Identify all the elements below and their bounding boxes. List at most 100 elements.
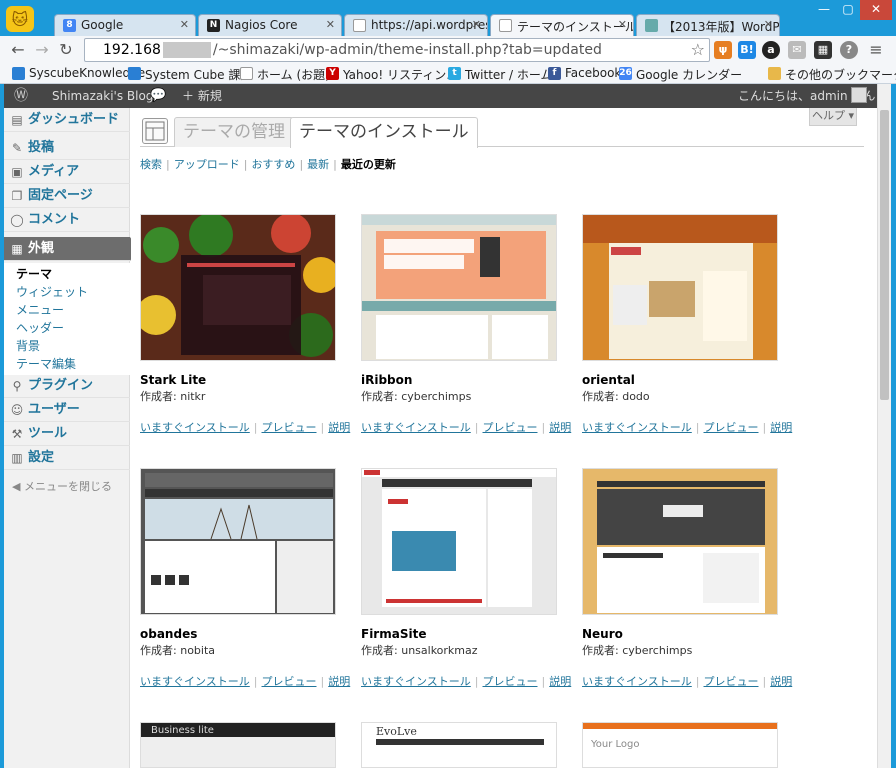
submenu-widgets[interactable]: ウィジェット xyxy=(4,283,130,301)
user-avatar[interactable] xyxy=(851,87,867,103)
bookmark-system-cube[interactable]: System Cube 課題 xyxy=(128,66,252,83)
sidebar-item-media[interactable]: ▣ メディア xyxy=(4,160,130,184)
theme-screenshot[interactable]: EvoLve xyxy=(361,722,557,768)
comments-icon[interactable]: 💬 xyxy=(150,84,166,108)
bookmark-star-icon[interactable]: ☆ xyxy=(691,39,705,61)
preview-link[interactable]: プレビュー xyxy=(704,421,759,434)
partial-theme-title: Your Logo xyxy=(591,739,640,750)
sidebar-item-plugins[interactable]: ⚲ プラグイン xyxy=(4,374,130,398)
admin-bar-new[interactable]: ＋ 新規 xyxy=(182,84,222,108)
close-icon[interactable]: ✕ xyxy=(764,18,773,31)
help-tab-button[interactable]: ヘルプ ▾ xyxy=(809,108,857,126)
install-now-link[interactable]: いますぐインストール xyxy=(582,421,692,434)
sidebar-item-settings[interactable]: ▥ 設定 xyxy=(4,446,130,470)
sidebar-item-users[interactable]: ☺ ユーザー xyxy=(4,398,130,422)
close-icon[interactable]: ✕ xyxy=(326,18,335,31)
maximize-icon[interactable]: ▢ xyxy=(836,0,860,20)
details-link[interactable]: 説明 xyxy=(770,675,792,688)
extension-mail-icon[interactable]: ✉ xyxy=(788,41,806,59)
submenu-themes[interactable]: テーマ xyxy=(4,265,130,283)
install-now-link[interactable]: いますぐインストール xyxy=(140,421,250,434)
page-icon xyxy=(240,67,253,80)
preview-link[interactable]: プレビュー xyxy=(262,421,317,434)
tab-theme-install[interactable]: テーマのインストール ✕ xyxy=(490,14,634,37)
extension-fork-icon[interactable]: ψ xyxy=(714,41,732,59)
bookmark-twitter[interactable]: t Twitter / ホーム xyxy=(448,66,553,83)
filter-recently-updated[interactable]: 最近の更新 xyxy=(341,158,396,171)
details-link[interactable]: 説明 xyxy=(549,675,571,688)
minimize-icon[interactable]: — xyxy=(812,0,836,20)
sidebar-item-tools[interactable]: ⚒ ツール xyxy=(4,422,130,446)
wordpress-logo-icon[interactable]: Ⓦ xyxy=(14,84,28,108)
appearance-icon: ▦ xyxy=(11,242,23,256)
page-scrollbar[interactable] xyxy=(877,84,891,768)
details-link[interactable]: 説明 xyxy=(770,421,792,434)
submenu-menus[interactable]: メニュー xyxy=(4,301,130,319)
sidebar-item-posts[interactable]: ✎ 投稿 xyxy=(4,136,130,160)
sidebar-item-pages[interactable]: ❐ 固定ページ xyxy=(4,184,130,208)
details-link[interactable]: 説明 xyxy=(549,421,571,434)
reload-icon[interactable]: ↻ xyxy=(56,40,76,60)
url-path: /~shimazaki/wp-admin/theme-install.php?t… xyxy=(212,42,602,58)
preview-link[interactable]: プレビュー xyxy=(483,421,538,434)
submenu-background[interactable]: 背景 xyxy=(4,337,130,355)
filter-newest[interactable]: 最新 xyxy=(307,158,329,171)
tab-api-wordpress[interactable]: https://api.wordpress ✕ xyxy=(344,14,488,36)
theme-screenshot[interactable] xyxy=(582,214,778,361)
help-icon[interactable]: ? xyxy=(840,41,858,59)
filter-search[interactable]: 検索 xyxy=(140,158,162,171)
filter-featured[interactable]: おすすめ xyxy=(251,158,295,171)
bookmark-google-calendar[interactable]: 26 Google カレンダー xyxy=(619,66,742,83)
details-link[interactable]: 説明 xyxy=(328,675,350,688)
amazon-icon[interactable]: a xyxy=(762,41,780,59)
tab-nagios[interactable]: N Nagios Core ✕ xyxy=(198,14,342,36)
forward-icon[interactable]: → xyxy=(32,40,52,60)
tab-label: テーマのインストール xyxy=(517,20,634,34)
theme-screenshot[interactable]: Your Logo xyxy=(582,722,778,768)
install-now-link[interactable]: いますぐインストール xyxy=(361,675,471,688)
submenu-theme-editor[interactable]: テーマ編集 xyxy=(4,355,130,373)
preview-link[interactable]: プレビュー xyxy=(704,675,759,688)
install-now-link[interactable]: いますぐインストール xyxy=(361,421,471,434)
back-icon[interactable]: ← xyxy=(8,40,28,60)
address-bar[interactable]: 192.168 /~shimazaki/wp-admin/theme-instal… xyxy=(84,38,710,62)
sidebar-item-comments[interactable]: ◯ コメント xyxy=(4,208,130,232)
theme-screenshot[interactable] xyxy=(361,214,557,361)
tab-manage-themes[interactable]: テーマの管理 xyxy=(174,117,294,147)
preview-link[interactable]: プレビュー xyxy=(483,675,538,688)
bookmark-facebook[interactable]: f Facebook xyxy=(548,66,621,80)
theme-screenshot[interactable] xyxy=(582,468,778,615)
close-icon[interactable]: ✕ xyxy=(180,18,189,31)
sidebar-item-appearance[interactable]: ▦ 外観 xyxy=(4,237,138,261)
extension-qr-icon[interactable]: ▦ xyxy=(814,41,832,59)
scrollbar-thumb[interactable] xyxy=(880,110,889,400)
tab-google[interactable]: 8 Google ✕ xyxy=(54,14,196,36)
bookmark-other-folder[interactable]: その他のブックマーク xyxy=(768,66,896,83)
close-icon[interactable]: ✕ xyxy=(618,18,627,31)
admin-bar-site-name[interactable]: Shimazaki's Blog xyxy=(52,84,153,108)
filter-upload[interactable]: アップロード xyxy=(174,158,240,171)
submenu-header[interactable]: ヘッダー xyxy=(4,319,130,337)
bookmark-syscube-knowledge[interactable]: SyscubeKnowledge xyxy=(12,66,145,80)
theme-screenshot[interactable]: Business lite xyxy=(140,722,336,768)
preview-link[interactable]: プレビュー xyxy=(262,675,317,688)
collapse-menu-button[interactable]: ◀ メニューを閉じる xyxy=(12,478,112,494)
details-link[interactable]: 説明 xyxy=(328,421,350,434)
close-window-icon[interactable]: ✕ xyxy=(860,0,892,20)
bookmark-home-odai[interactable]: ホーム (お題) xyxy=(240,66,330,83)
install-now-link[interactable]: いますぐインストール xyxy=(140,675,250,688)
hatena-bookmark-icon[interactable]: B! xyxy=(738,41,756,59)
theme-screenshot[interactable] xyxy=(140,214,336,361)
tab-install-themes[interactable]: テーマのインストール xyxy=(290,117,478,148)
tab-wordpress-2013[interactable]: 【2013年版】WordPre ✕ xyxy=(636,14,780,36)
profile-avatar-icon[interactable]: 🐱 xyxy=(6,6,34,32)
theme-screenshot[interactable] xyxy=(140,468,336,615)
theme-screenshot[interactable] xyxy=(361,468,557,615)
bookmark-yahoo-listing[interactable]: Y Yahoo! リスティン… xyxy=(326,66,458,83)
sidebar-item-dashboard[interactable]: ▤ ダッシュボード xyxy=(4,108,130,132)
close-icon[interactable]: ✕ xyxy=(472,18,481,31)
install-now-link[interactable]: いますぐインストール xyxy=(582,675,692,688)
appearance-submenu: テーマ ウィジェット メニュー ヘッダー 背景 テーマ編集 xyxy=(4,263,130,375)
menu-icon[interactable]: ≡ xyxy=(866,40,886,60)
tab-label: Google xyxy=(81,18,124,32)
